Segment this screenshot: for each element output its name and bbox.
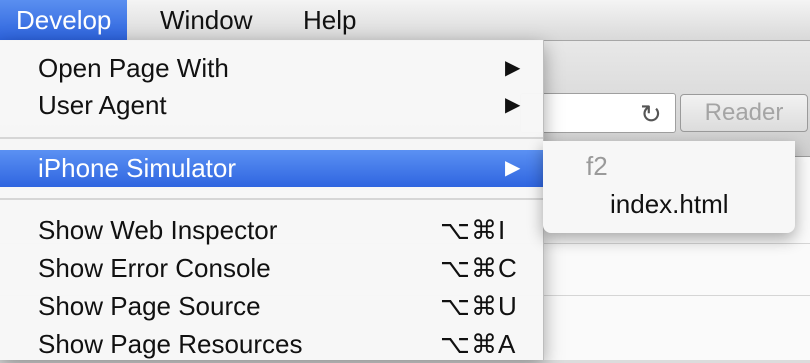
menu-item-label: Show Page Resources xyxy=(38,329,303,359)
menubar-window[interactable]: Window xyxy=(144,0,268,40)
submenu-header: f2 xyxy=(586,151,608,181)
keyboard-shortcut: ⌥⌘U xyxy=(440,291,518,321)
menu-item-label: User Agent xyxy=(38,90,167,120)
menu-item-user-agent[interactable]: User Agent ▶ xyxy=(0,87,543,124)
menu-item-label: Show Page Source xyxy=(38,291,261,321)
iphone-simulator-submenu: f2 index.html xyxy=(543,141,795,233)
menu-item-label: Show Error Console xyxy=(38,253,271,283)
menu-item-label: Open Page With xyxy=(38,53,229,83)
keyboard-shortcut: ⌥⌘C xyxy=(440,253,518,283)
keyboard-shortcut: ⌥⌘I xyxy=(440,215,507,245)
submenu-arrow-icon: ▶ xyxy=(505,57,521,79)
menu-item-show-page-resources[interactable]: Show Page Resources ⌥⌘A xyxy=(0,326,543,363)
menu-item-show-page-source[interactable]: Show Page Source ⌥⌘U xyxy=(0,288,543,325)
menu-item-label: iPhone Simulator xyxy=(38,153,236,183)
submenu-arrow-icon: ▶ xyxy=(505,157,521,179)
develop-menu: Open Page With ▶ User Agent ▶ iPhone Sim… xyxy=(0,40,544,360)
menu-item-iphone-simulator[interactable]: iPhone Simulator ▶ xyxy=(0,150,543,187)
menu-bar: Develop Window Help xyxy=(0,0,810,41)
menu-item-open-page-with[interactable]: Open Page With ▶ xyxy=(0,50,543,87)
menu-item-label: Show Web Inspector xyxy=(38,215,278,245)
menu-item-show-web-inspector[interactable]: Show Web Inspector ⌥⌘I xyxy=(0,212,543,249)
menubar-develop[interactable]: Develop xyxy=(0,0,128,40)
reload-icon[interactable]: ↻ xyxy=(640,97,662,131)
menu-item-show-error-console[interactable]: Show Error Console ⌥⌘C xyxy=(0,250,543,287)
menubar-help[interactable]: Help xyxy=(287,0,372,40)
menu-separator xyxy=(0,137,543,139)
submenu-arrow-icon: ▶ xyxy=(505,94,521,116)
menu-separator xyxy=(0,198,543,200)
submenu-item-index-html[interactable]: index.html xyxy=(610,189,729,220)
reader-button[interactable]: Reader xyxy=(680,94,808,132)
keyboard-shortcut: ⌥⌘A xyxy=(440,329,517,359)
